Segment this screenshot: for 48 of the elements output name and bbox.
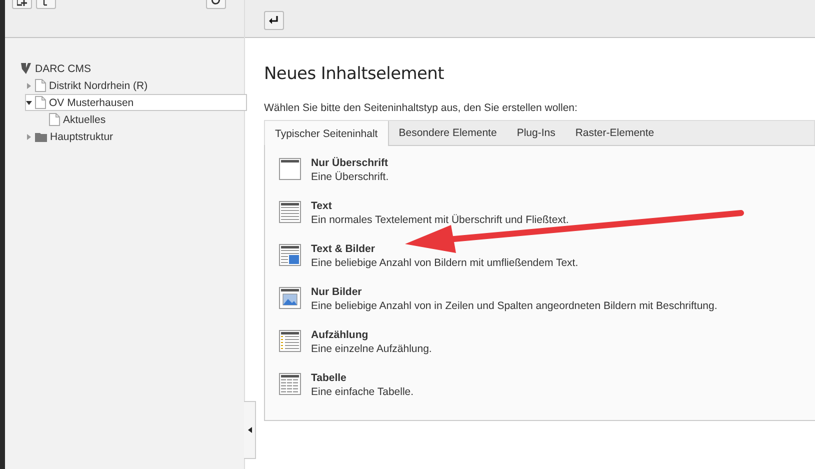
tree-item-label: Aktuelles [63, 114, 106, 126]
element-title[interactable]: Nur Überschrift [311, 156, 388, 170]
list-element-icon[interactable] [279, 330, 301, 352]
table-element-icon[interactable] [279, 373, 301, 395]
element-title[interactable]: Text & Bilder [311, 242, 375, 256]
tree-item[interactable]: Distrikt Nordrhein (R) [25, 77, 247, 94]
element-description: Ein normales Textelement mit Überschrift und Fließtext. [311, 213, 569, 227]
instruction-text: Wählen Sie bitte den Seiteninhaltstyp aus, den Sie erstellen wollen: [264, 102, 578, 114]
tree-item-label: DARC CMS [35, 62, 92, 74]
element-description: Eine beliebige Anzahl von Bildern mit umfließendem Text. [311, 256, 578, 270]
page-icon [49, 113, 60, 126]
folder-icon [35, 132, 47, 142]
collapse-handle[interactable] [244, 401, 256, 459]
page-icon [35, 96, 46, 109]
image-element-icon[interactable] [279, 287, 301, 309]
new-page-icon [17, 0, 27, 6]
tree-item[interactable]: DARC CMS [19, 60, 247, 77]
tab[interactable]: Typischer Seiteninhalt [265, 121, 389, 146]
tab[interactable]: Besondere Elemente [388, 121, 507, 145]
logo-icon [20, 62, 32, 75]
element-title[interactable]: Aufzählung [311, 328, 368, 342]
collapse-triangle-icon[interactable] [26, 100, 32, 106]
element-description: Eine einfache Tabelle. [311, 385, 414, 399]
tab[interactable]: Plug-Ins [506, 121, 566, 145]
tree-item[interactable]: Hauptstruktur [25, 128, 247, 145]
tree-item-label: Hauptstruktur [50, 130, 114, 142]
element-title[interactable]: Nur Bilder [311, 285, 362, 299]
expand-triangle-icon[interactable] [26, 134, 32, 140]
element-title[interactable]: Tabelle [311, 371, 346, 385]
tree-item-label: Distrikt Nordrhein (R) [49, 80, 148, 92]
expand-triangle-icon[interactable] [26, 82, 32, 88]
refresh-icon [211, 0, 221, 6]
back-button[interactable] [264, 10, 284, 30]
element-description: Eine beliebige Anzahl von in Zeilen und Spalten angeordneten Bildern mit Beschriftung. [311, 299, 718, 313]
text-image-element-icon[interactable] [279, 244, 301, 266]
page-heading: Neues Inhaltselement [264, 64, 445, 84]
element-description: Eine einzelne Aufzählung. [311, 342, 432, 356]
tree-item[interactable]: OV Musterhausen [25, 94, 247, 111]
tab[interactable]: Raster-Elemente [565, 121, 664, 145]
tree-item-label: OV Musterhausen [49, 96, 134, 108]
element-description: Eine Überschrift. [311, 170, 389, 184]
element-title[interactable]: Text [311, 199, 332, 213]
text-element-icon[interactable] [279, 201, 301, 223]
tree-item[interactable]: Aktuelles [39, 111, 247, 128]
caret-icon [248, 427, 252, 433]
return-icon [269, 16, 279, 24]
header-element-icon[interactable] [279, 158, 301, 180]
page-icon [35, 79, 46, 92]
